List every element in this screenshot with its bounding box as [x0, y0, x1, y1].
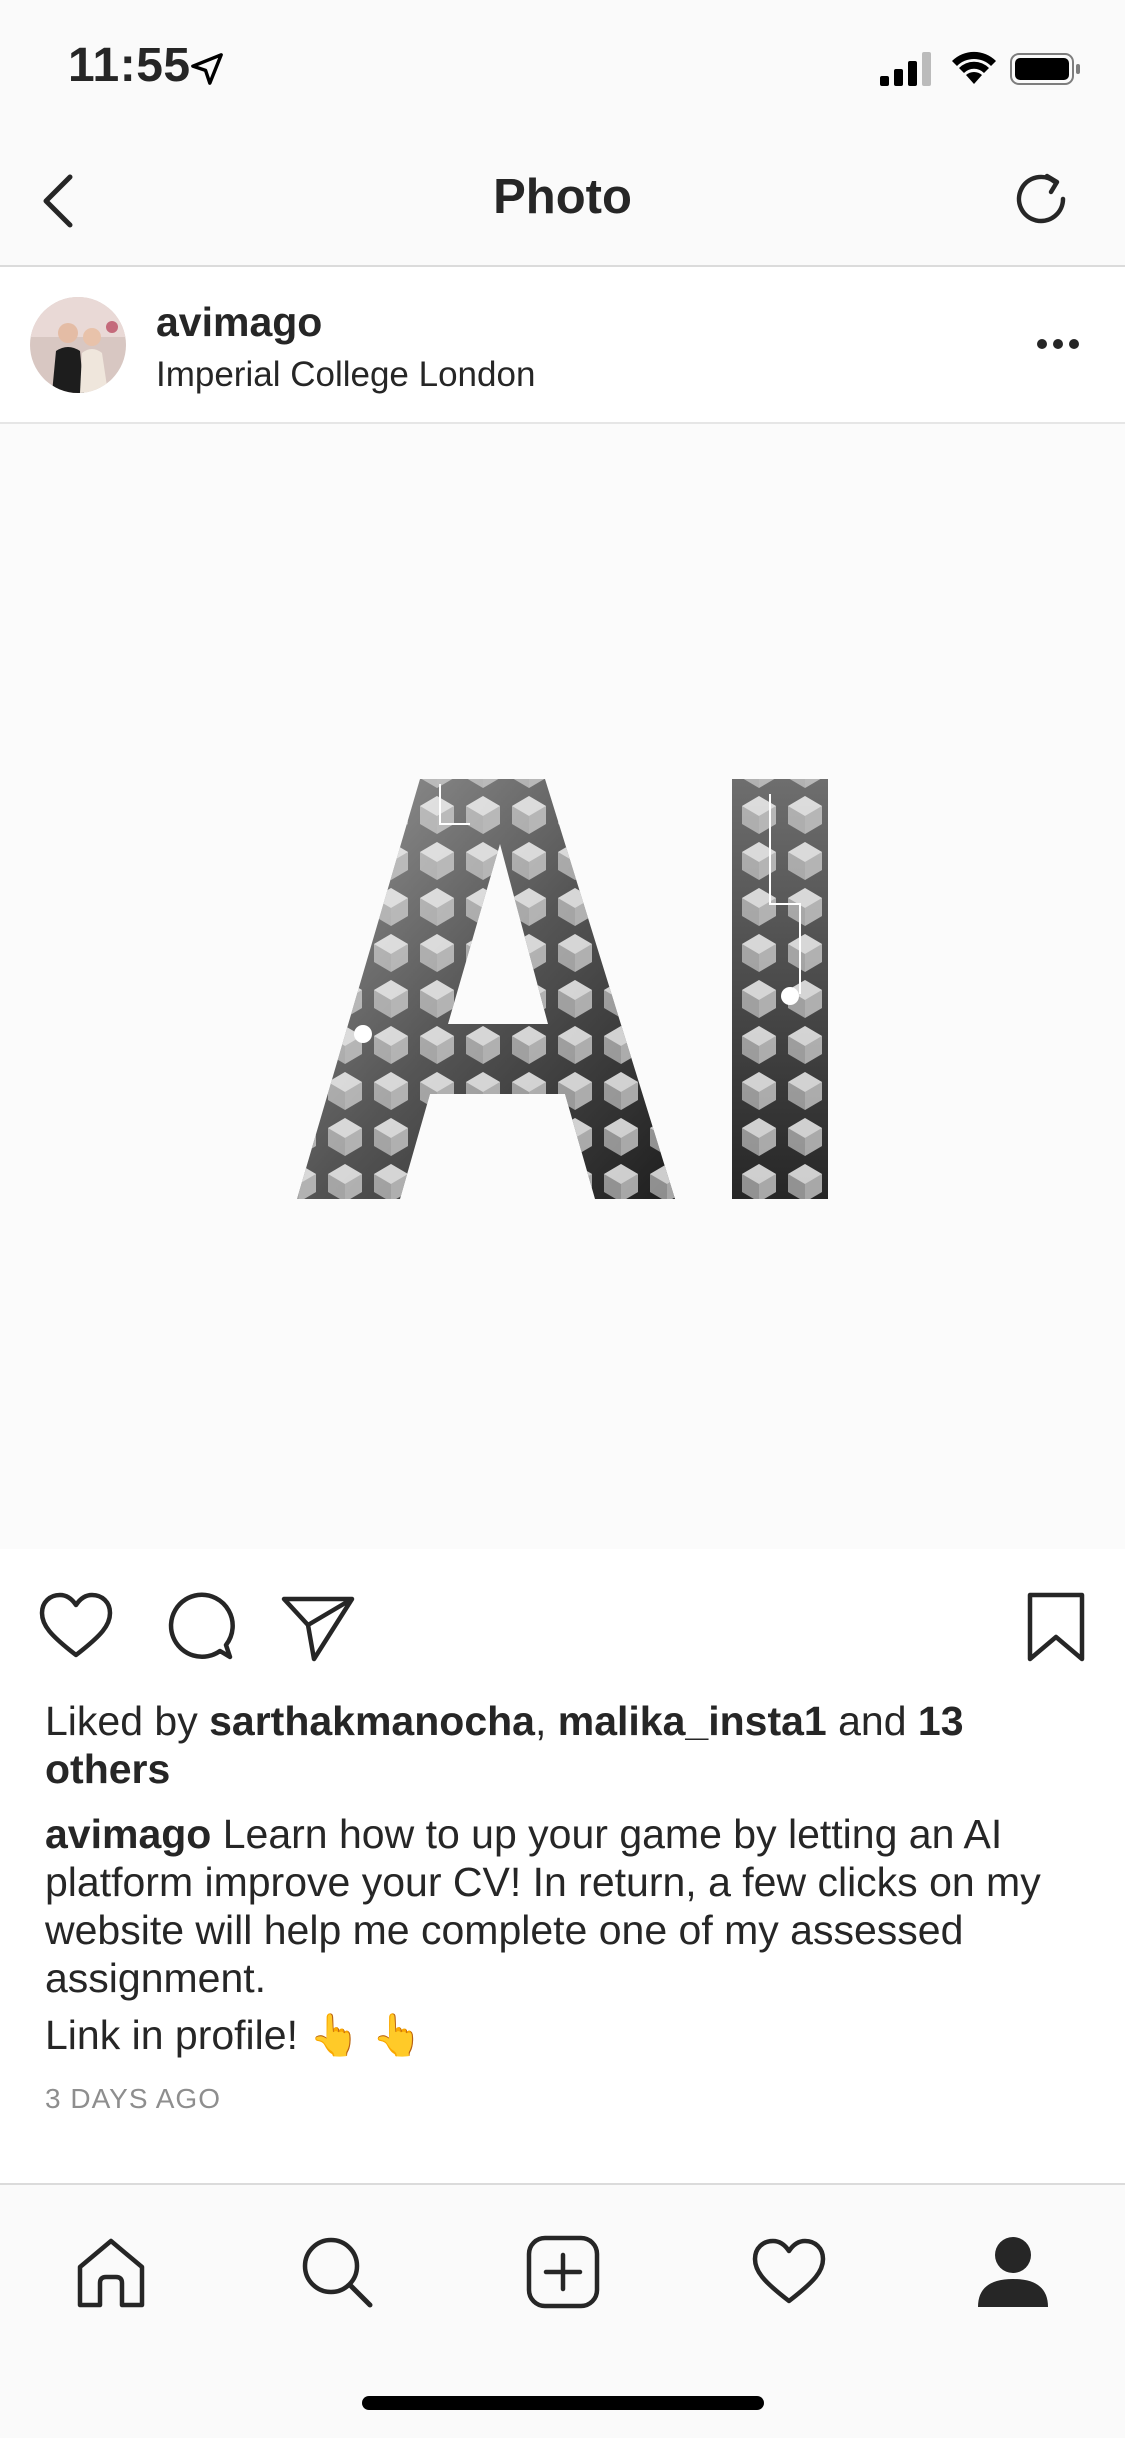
like-heart-icon[interactable]: [38, 1589, 114, 1665]
search-icon[interactable]: [298, 2233, 376, 2311]
activity-heart-icon[interactable]: [750, 2233, 828, 2311]
post-timestamp: 3 DAYS AGO: [45, 2083, 221, 2114]
page-title: Photo: [493, 170, 632, 224]
post-location[interactable]: Imperial College London: [156, 355, 535, 395]
refresh-icon[interactable]: [1010, 168, 1072, 230]
cellular-signal-icon: [880, 52, 931, 86]
more-options-icon[interactable]: [1036, 337, 1080, 351]
nav-header: Photo: [0, 135, 1125, 267]
avatar[interactable]: [30, 297, 126, 393]
likes-summary[interactable]: Liked by sarthakmanocha, malika_insta1 a…: [45, 1697, 1085, 1793]
profile-icon[interactable]: [974, 2233, 1052, 2311]
caption-link-line: Link in profile! 👆 👆: [45, 2012, 423, 2058]
post-image[interactable]: [0, 424, 1125, 1549]
home-icon[interactable]: [72, 2233, 150, 2311]
ai-artwork-image: [297, 779, 828, 1199]
liked-user-link[interactable]: malika_insta1: [558, 1698, 827, 1744]
battery-icon: [1010, 53, 1080, 85]
home-indicator[interactable]: [362, 2396, 764, 2410]
bookmark-save-icon[interactable]: [1018, 1589, 1094, 1665]
post-header: avimago Imperial College London: [0, 267, 1125, 424]
likes-and: and: [826, 1698, 918, 1744]
post-caption: avimago Learn how to up your game by let…: [45, 1810, 1085, 2002]
location-arrow-icon: [191, 53, 223, 85]
likes-separator: ,: [534, 1698, 558, 1744]
post-username[interactable]: avimago: [156, 299, 322, 346]
status-time: 11:55: [68, 39, 191, 92]
comment-bubble-icon[interactable]: [160, 1589, 236, 1665]
new-post-plus-icon[interactable]: [524, 2233, 602, 2311]
post-action-bar: [0, 1549, 1125, 1699]
likes-prefix: Liked by: [45, 1698, 210, 1744]
liked-user-link[interactable]: sarthakmanocha: [209, 1698, 535, 1744]
share-send-icon[interactable]: [280, 1589, 356, 1665]
caption-username[interactable]: avimago: [45, 1811, 211, 1857]
status-bar: 11:55: [0, 0, 1125, 135]
wifi-icon: [952, 51, 996, 84]
